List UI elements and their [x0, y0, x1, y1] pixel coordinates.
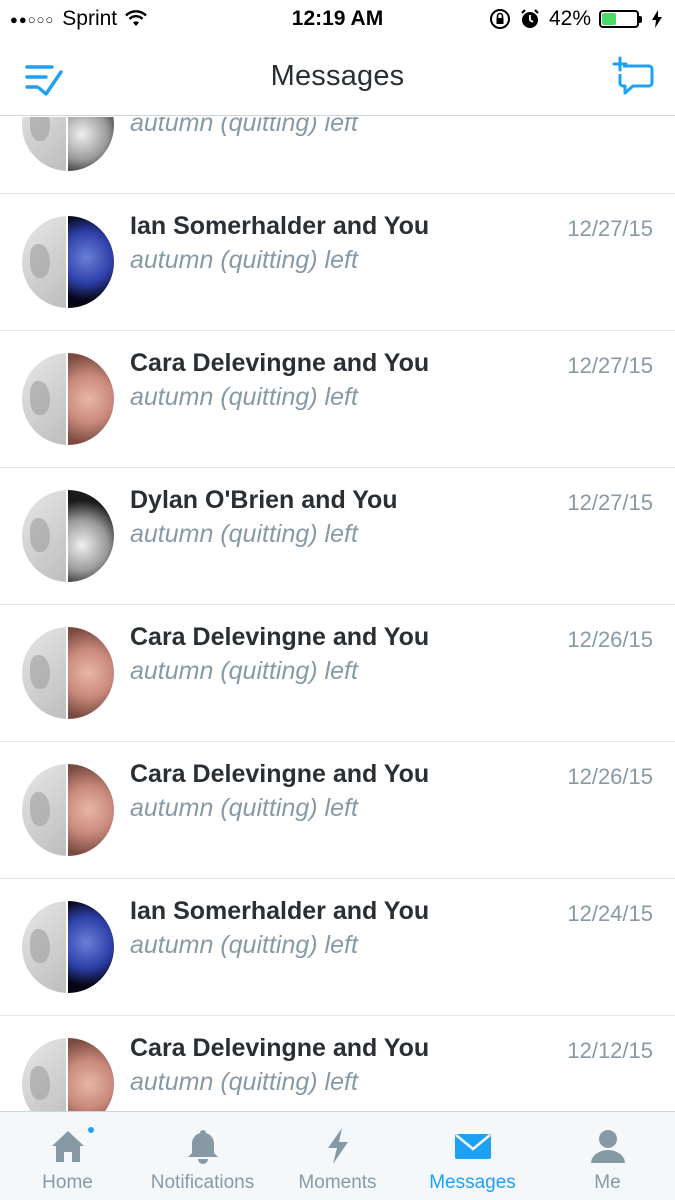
tab-notifications[interactable]: Notifications: [135, 1112, 270, 1200]
conversation-row[interactable]: Cara Delevingne and You autumn (quitting)…: [0, 742, 675, 879]
conversation-row[interactable]: Cara Delevingne and You autumn (quitting)…: [0, 605, 675, 742]
conversation-preview: autumn (quitting) left: [130, 117, 358, 137]
avatar-self: [22, 764, 68, 856]
alarm-icon: [521, 9, 539, 28]
group-avatar: [22, 216, 114, 308]
group-avatar: [22, 353, 114, 445]
rotation-lock-icon: [489, 9, 510, 29]
tab-label: Moments: [298, 1172, 377, 1193]
group-avatar: [22, 901, 114, 993]
tab-label: Home: [42, 1172, 93, 1193]
avatar-self: [22, 490, 68, 582]
avatar-participant: [68, 1038, 114, 1111]
conversation-date: 12/26/15: [567, 764, 653, 789]
group-avatar: [22, 117, 114, 171]
tab-label: Me: [594, 1172, 621, 1193]
avatar-self: [22, 901, 68, 993]
conversation-title: Cara Delevingne and You: [130, 623, 430, 651]
conversation-row[interactable]: Ian Somerhalder and You autumn (quitting)…: [0, 194, 675, 331]
avatar-self: [22, 117, 68, 171]
wifi-icon: [125, 10, 147, 26]
signal-strength: ●●○○○: [10, 11, 55, 27]
conversation-preview: autumn (quitting) left: [130, 520, 358, 548]
tab-home[interactable]: Home: [0, 1112, 135, 1200]
conversation-title: Cara Delevingne and You: [130, 349, 430, 377]
avatar-participant: [68, 490, 114, 582]
tab-moments[interactable]: Moments: [270, 1112, 405, 1200]
battery-level: [602, 13, 617, 25]
conversation-list-content: autumn (quitting) left Ian Somerhalder an…: [0, 117, 675, 1111]
conversation-preview: autumn (quitting) left: [130, 794, 358, 822]
conversation-row[interactable]: autumn (quitting) left: [0, 117, 675, 194]
group-avatar: [22, 764, 114, 856]
conversation-title: Ian Somerhalder and You: [130, 897, 430, 925]
avatar-self: [22, 1038, 68, 1111]
conversation-preview: autumn (quitting) left: [130, 246, 358, 274]
conversation-date: 12/27/15: [567, 490, 653, 515]
conversation-preview: autumn (quitting) left: [130, 931, 358, 959]
conversation-list[interactable]: autumn (quitting) left Ian Somerhalder an…: [0, 117, 675, 1111]
conversation-date: 12/24/15: [567, 901, 653, 926]
avatar-self: [22, 353, 68, 445]
avatar-participant: [68, 901, 114, 993]
group-avatar: [22, 627, 114, 719]
avatar-participant: [68, 216, 114, 308]
conversation-row[interactable]: Dylan O'Brien and You autumn (quitting) l…: [0, 468, 675, 605]
conversation-date: 12/12/15: [567, 1038, 653, 1063]
status-bar: ●●○○○ Sprint 12:19 AM 42%: [0, 0, 675, 38]
avatar-self: [22, 216, 68, 308]
avatar-participant: [68, 764, 114, 856]
navigation-bar: Messages: [0, 38, 675, 116]
avatar-participant: [68, 627, 114, 719]
conversation-row[interactable]: Ian Somerhalder and You autumn (quitting)…: [0, 879, 675, 1016]
envelope-icon: [454, 1133, 491, 1159]
new-content-dot: [86, 1125, 96, 1135]
new-message-icon[interactable]: [611, 56, 655, 98]
avatar-participant: [68, 117, 114, 171]
home-icon: [51, 1131, 84, 1162]
mark-all-read-icon[interactable]: [24, 58, 64, 98]
person-icon: [590, 1130, 625, 1163]
conversation-title: Cara Delevingne and You: [130, 1034, 430, 1062]
status-right: 42%: [489, 7, 663, 31]
tab-bar: Home Notifications Moments Messages Me: [0, 1111, 675, 1200]
tab-label: Messages: [429, 1172, 516, 1193]
conversation-row[interactable]: Cara Delevingne and You autumn (quitting)…: [0, 331, 675, 468]
tab-label: Notifications: [150, 1172, 255, 1193]
conversation-date: 12/27/15: [567, 353, 653, 378]
charging-icon: [652, 10, 662, 28]
conversation-title: Dylan O'Brien and You: [130, 486, 398, 514]
conversation-preview: autumn (quitting) left: [130, 657, 358, 685]
conversation-row[interactable]: Cara Delevingne and You autumn (quitting)…: [0, 1016, 675, 1111]
conversation-title: Ian Somerhalder and You: [130, 212, 430, 240]
status-left: ●●○○○ Sprint: [10, 7, 147, 31]
conversation-date: 12/27/15: [567, 216, 653, 241]
page-title: Messages: [270, 60, 405, 92]
tab-me[interactable]: Me: [540, 1112, 675, 1200]
conversation-date: 12/26/15: [567, 627, 653, 652]
carrier-name: Sprint: [62, 7, 118, 30]
group-avatar: [22, 490, 114, 582]
bell-icon: [187, 1130, 218, 1164]
battery-percent: 42%: [548, 7, 591, 30]
group-avatar: [22, 1038, 114, 1111]
avatar-self: [22, 627, 68, 719]
battery-icon: [599, 10, 642, 28]
avatar-participant: [68, 353, 114, 445]
lightning-icon: [327, 1128, 348, 1164]
tab-messages[interactable]: Messages: [405, 1112, 540, 1200]
conversation-preview: autumn (quitting) left: [130, 383, 358, 411]
conversation-title: Cara Delevingne and You: [130, 760, 430, 788]
conversation-preview: autumn (quitting) left: [130, 1068, 358, 1096]
